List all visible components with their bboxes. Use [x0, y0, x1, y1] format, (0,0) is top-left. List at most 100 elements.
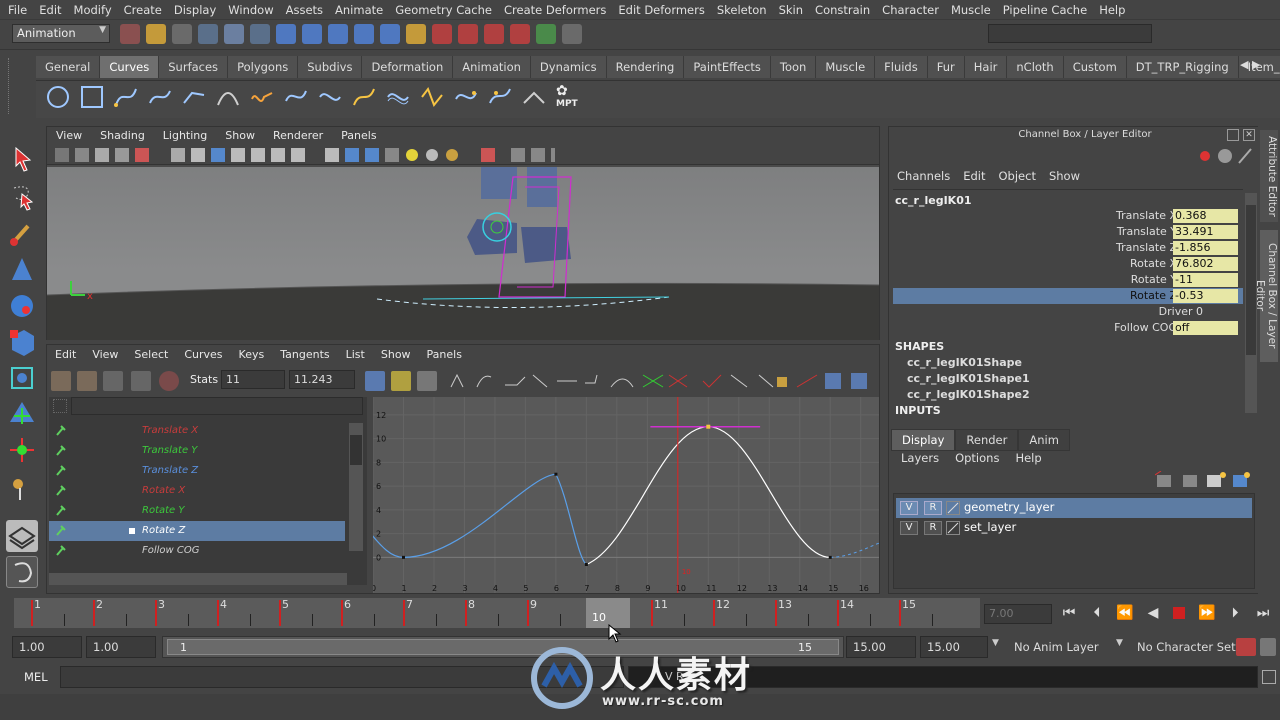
anim-end-field[interactable]: 15.00 [846, 636, 916, 658]
offset-curve-icon[interactable] [386, 83, 410, 111]
curve-row-rotate-x[interactable]: Rotate X [49, 481, 345, 501]
shelf-tab-fluids[interactable]: Fluids [875, 56, 928, 78]
layer-row-geometry-layer[interactable]: V Rgeometry_layer [896, 498, 1252, 518]
insert-keys-icon[interactable] [77, 371, 97, 391]
shelf-tab-subdivs[interactable]: Subdivs [298, 56, 363, 78]
layer-menu-help[interactable]: Help [1007, 449, 1049, 467]
menu-window[interactable]: Window [222, 0, 279, 20]
float-panel-icon[interactable] [1227, 129, 1239, 141]
frame-playback-range-icon[interactable] [391, 371, 411, 391]
shelf-tab-muscle[interactable]: Muscle [816, 56, 876, 78]
perspective-viewport[interactable]: View Shading Lighting Show Renderer Panels [46, 126, 880, 340]
shelf-handle[interactable] [8, 58, 32, 114]
close-icon[interactable]: ✕ [1243, 129, 1255, 141]
node-name[interactable]: cc_r_legIK01 [895, 194, 972, 207]
go-to-start-icon[interactable]: ⏮ [1060, 602, 1078, 624]
select-component-icon[interactable] [250, 24, 270, 44]
channel-menu-show[interactable]: Show [1041, 167, 1085, 185]
shelf-tab-painteffects[interactable]: PaintEffects [684, 56, 771, 78]
script-editor-icon[interactable] [1262, 670, 1276, 684]
channel-menu-edit[interactable]: Edit [955, 167, 990, 185]
menu-pipeline-cache[interactable]: Pipeline Cache [997, 0, 1093, 20]
anim-layer-select[interactable]: No Anim Layer [1014, 640, 1099, 654]
nurbs-circle-icon[interactable] [46, 83, 70, 111]
menu-muscle[interactable]: Muscle [945, 0, 997, 20]
attr-value-field[interactable]: 0.368 [1173, 209, 1238, 223]
menu-modify[interactable]: Modify [68, 0, 118, 20]
outliner-hscroll[interactable] [49, 573, 347, 585]
graph-menu-panels[interactable]: Panels [419, 345, 470, 365]
tab-attribute-editor[interactable]: Attribute Editor [1260, 130, 1278, 222]
start-time-field[interactable]: 1.00 [12, 636, 82, 658]
viewport-menu-show[interactable]: Show [216, 127, 264, 145]
save-scene-icon[interactable] [172, 24, 192, 44]
shelf-tab-animation[interactable]: Animation [453, 56, 531, 78]
graph-menu-select[interactable]: Select [126, 345, 176, 365]
select-hierarchy-icon[interactable] [198, 24, 218, 44]
attr-row-translate-y[interactable]: Translate Y 33.491 [893, 224, 1243, 240]
shelf-tab-general[interactable]: General [36, 56, 101, 78]
shelf-tab-rendering[interactable]: Rendering [606, 56, 685, 78]
menu-constrain[interactable]: Constrain [809, 0, 876, 20]
shelf-tab-deformation[interactable]: Deformation [362, 56, 454, 78]
viewport-menu-panels[interactable]: Panels [332, 127, 385, 145]
chevron-down-icon[interactable]: ▼ [992, 638, 999, 648]
shelf-tab-surfaces[interactable]: Surfaces [159, 56, 229, 78]
rebuild-curve-icon[interactable] [420, 83, 444, 111]
viewport-scene[interactable]: x [47, 167, 879, 340]
snap-curve-icon[interactable] [302, 24, 322, 44]
preferences-icon[interactable] [1260, 638, 1276, 656]
graph-menu-view[interactable]: View [84, 345, 126, 365]
new-scene-icon[interactable] [120, 24, 140, 44]
viewport-menu-view[interactable]: View [47, 127, 91, 145]
layer-tab-anim[interactable]: Anim [1018, 429, 1070, 451]
graph-menu-edit[interactable]: Edit [47, 345, 84, 365]
attr-value-field[interactable]: -0.53 [1173, 289, 1238, 303]
quick-search-field[interactable] [988, 24, 1152, 43]
shelf-tab-toon[interactable]: Toon [770, 56, 817, 78]
snap-grid-icon[interactable] [276, 24, 296, 44]
select-tool-icon[interactable] [6, 142, 38, 174]
outliner-vscroll[interactable] [349, 423, 363, 551]
construction-history-icon[interactable] [432, 24, 452, 44]
graph-menu-curves[interactable]: Curves [176, 345, 230, 365]
go-to-end-icon[interactable]: ⏭ [1254, 602, 1272, 624]
menu-create[interactable]: Create [118, 0, 168, 20]
curve-row-translate-y[interactable]: Translate Y [49, 441, 345, 461]
menu-skeleton[interactable]: Skeleton [711, 0, 773, 20]
layer-color-swatch[interactable] [946, 501, 960, 515]
attr-value-field[interactable]: 76.802 [1173, 257, 1238, 271]
layer-visibility-toggle[interactable]: V [900, 521, 918, 535]
detach-curves-icon[interactable] [284, 83, 308, 111]
character-set-select[interactable]: No Character Set [1137, 640, 1236, 654]
project-tangent-icon[interactable] [522, 83, 546, 111]
tab-channel-box[interactable]: Channel Box / Layer Editor [1254, 230, 1278, 362]
attr-value-field[interactable]: -1.856 [1173, 241, 1238, 255]
add-points-icon[interactable] [454, 83, 478, 111]
layer-menu-layers[interactable]: Layers [893, 449, 947, 467]
shelf-tab-fur[interactable]: Fur [927, 56, 965, 78]
step-back-frame-icon[interactable]: ⏴ [1088, 602, 1106, 624]
shelf-scroll-arrows[interactable]: ◀ ▶ [1240, 58, 1278, 76]
menu-assets[interactable]: Assets [280, 0, 329, 20]
menu-edit[interactable]: Edit [33, 0, 67, 20]
layer-color-swatch[interactable] [946, 521, 960, 535]
region-tool-icon[interactable] [131, 371, 151, 391]
viewport-menu-shading[interactable]: Shading [91, 127, 154, 145]
outliner-filter-icon[interactable] [53, 399, 67, 413]
layer-visibility-toggle[interactable]: V [900, 501, 918, 515]
graph-menu-list[interactable]: List [338, 345, 373, 365]
snap-point-icon[interactable] [328, 24, 348, 44]
snap-view-plane-icon[interactable] [354, 24, 374, 44]
curve-editing-icon[interactable] [488, 83, 512, 111]
mode-selector[interactable]: Animation ▼ [12, 24, 110, 43]
shape-item[interactable]: cc_r_legIK01Shape2 [907, 388, 1030, 401]
play-backwards-icon[interactable]: ◀ [1144, 602, 1162, 624]
viewport-toolbar-icons[interactable] [55, 147, 555, 163]
curve-row-translate-x[interactable]: Translate X [49, 421, 345, 441]
outliner-vscroll-thumb[interactable] [350, 435, 362, 465]
graph-menu-show[interactable]: Show [373, 345, 419, 365]
layer-tab-display[interactable]: Display [891, 429, 956, 451]
command-language-label[interactable]: MEL [24, 670, 48, 684]
shelf-tab-dynamics[interactable]: Dynamics [530, 56, 607, 78]
